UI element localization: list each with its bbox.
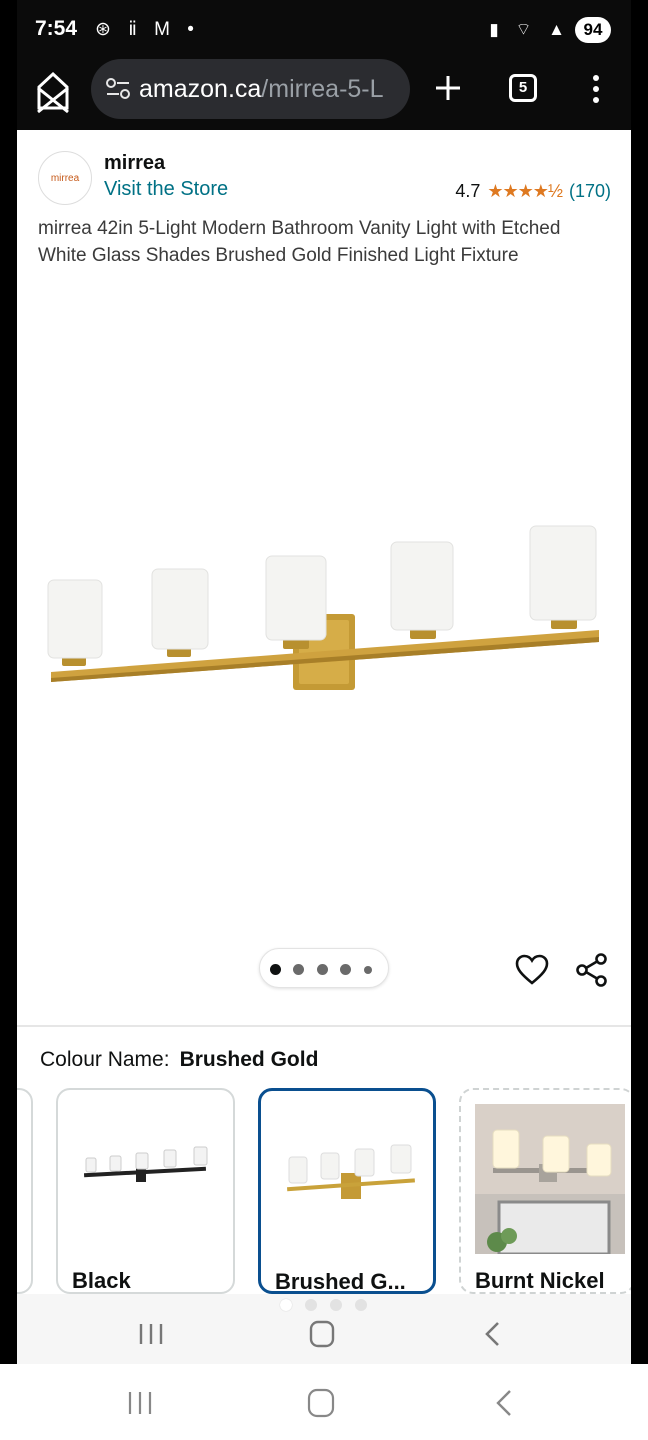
brand-name: mirrea — [104, 152, 166, 174]
rating-value: 4.7 — [455, 181, 481, 201]
home-icon[interactable] — [33, 70, 73, 114]
rating-stars-icon: ★★★★½ — [487, 181, 563, 201]
more-options-icon[interactable] — [583, 72, 609, 106]
carousel-dot[interactable] — [270, 964, 281, 975]
page-dot — [280, 1299, 292, 1311]
notification-icons: ⊛ ⅱ M • — [95, 19, 200, 40]
address-bar[interactable]: amazon.ca/mirrea-5-L — [91, 59, 410, 119]
home-button-icon[interactable] — [301, 1386, 341, 1420]
url-path: /mirrea-5-L — [261, 75, 384, 103]
url-domain: amazon.ca — [139, 75, 262, 103]
system-navigation-bar — [0, 1364, 648, 1440]
swatch-gold-image — [287, 1144, 415, 1199]
swatch-black-image — [83, 1146, 208, 1182]
brand-logo[interactable]: mirrea — [38, 151, 92, 205]
app-navigation-overlay — [17, 1294, 631, 1364]
status-bar: 7:54 ⊛ ⅱ M • ▮ ⌔ ▲ 94 — [17, 0, 631, 56]
colour-swatch-partial[interactable] — [17, 1088, 33, 1294]
page-dot — [305, 1299, 317, 1311]
section-divider — [17, 1025, 631, 1027]
heart-icon[interactable] — [515, 954, 549, 986]
visit-store-link[interactable]: Visit the Store — [104, 178, 228, 201]
share-icon[interactable] — [575, 953, 609, 987]
recent-apps-icon[interactable] — [120, 1386, 160, 1420]
signal-icons: ▮ ⌔ ▲ — [489, 20, 571, 39]
colour-swatch-burnt-nickel[interactable]: Burnt Nickel — [459, 1088, 631, 1294]
battery-indicator: 94 — [575, 17, 611, 43]
page-dot — [330, 1299, 342, 1311]
rating-summary[interactable]: 4.7 ★★★★½ (170) — [455, 181, 611, 202]
recent-apps-icon[interactable] — [131, 1318, 171, 1350]
url-text: amazon.ca/mirrea-5-L — [139, 75, 401, 104]
carousel-dot[interactable] — [364, 966, 372, 974]
product-title: mirrea 42in 5-Light Modern Bathroom Vani… — [38, 218, 561, 266]
colour-label: Colour Name: — [40, 1048, 170, 1071]
image-carousel-indicator[interactable] — [259, 948, 389, 988]
tab-switcher-button[interactable]: 5 — [509, 74, 537, 102]
phone-screen: 7:54 ⊛ ⅱ M • ▮ ⌔ ▲ 94 amazon.ca/mirrea-5… — [17, 0, 631, 1364]
product-page: mirrea mirrea Visit the Store 4.7 ★★★★½ … — [17, 130, 631, 1364]
swatch-label: Brushed G... — [275, 1269, 406, 1294]
carousel-dot[interactable] — [293, 964, 304, 975]
browser-toolbar: amazon.ca/mirrea-5-L 5 — [17, 56, 631, 130]
swatch-label: Burnt Nickel — [475, 1268, 605, 1293]
swatch-nickel-image — [475, 1104, 625, 1254]
plus-icon[interactable] — [433, 73, 463, 103]
colour-swatch-black[interactable]: Black — [56, 1088, 235, 1294]
carousel-dot[interactable] — [340, 964, 351, 975]
swatch-label: Black — [72, 1268, 131, 1293]
home-button-icon[interactable] — [302, 1318, 342, 1350]
status-time: 7:54 — [35, 17, 78, 40]
back-icon[interactable] — [484, 1386, 524, 1420]
site-settings-icon[interactable] — [105, 78, 131, 100]
product-image[interactable] — [17, 510, 631, 710]
swatch-page-indicator — [280, 1299, 370, 1311]
brand-row: mirrea mirrea Visit the Store 4.7 ★★★★½ … — [17, 130, 631, 210]
colour-swatch-brushed-gold[interactable]: Brushed G... — [258, 1088, 436, 1294]
rating-count: (170) — [568, 181, 611, 201]
carousel-dot[interactable] — [317, 964, 328, 975]
colour-selected-value: Brushed Gold — [179, 1048, 319, 1071]
colour-name-row: Colour Name: Brushed Gold — [40, 1048, 318, 1072]
back-icon[interactable] — [473, 1318, 513, 1350]
page-dot — [355, 1299, 367, 1311]
